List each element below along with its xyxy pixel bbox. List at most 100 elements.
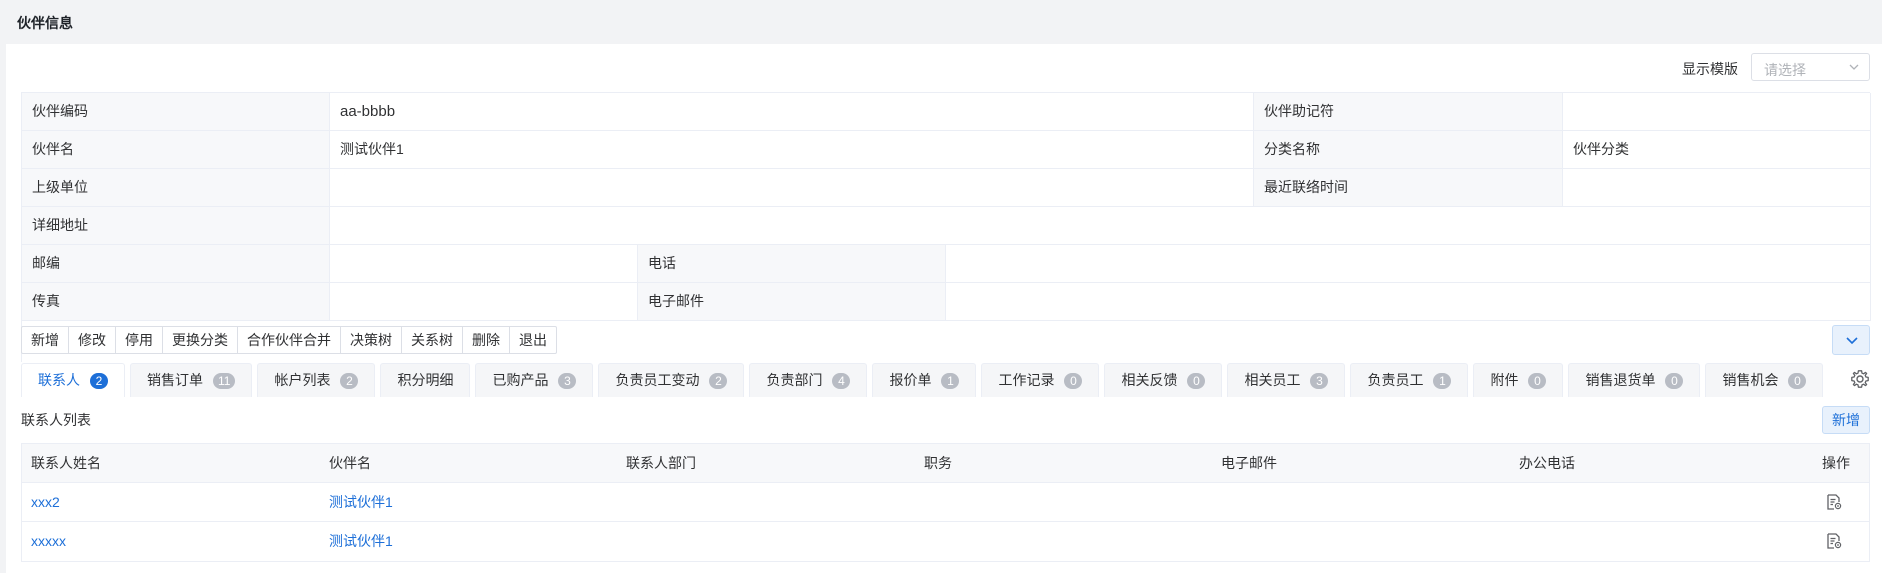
exit-button[interactable]: 退出 (510, 327, 556, 353)
page-header: 伙伴信息 (0, 0, 1882, 44)
parent-unit-label: 上级单位 (22, 169, 330, 207)
partner-code-label: 伙伴编码 (22, 93, 330, 131)
tab-label: 相关员工 (1244, 372, 1301, 388)
partner-name-link[interactable]: 测试伙伴1 (329, 483, 393, 522)
tab-count-badge: 2 (340, 372, 359, 389)
partner-name-link[interactable]: 测试伙伴1 (329, 522, 393, 561)
delete-button[interactable]: 删除 (463, 327, 510, 353)
change-category-button[interactable]: 更换分类 (163, 327, 238, 353)
merge-partner-button[interactable]: 合作伙伴合并 (238, 327, 341, 353)
tab-sales-orders[interactable]: 销售订单 11 (130, 363, 253, 397)
fax-value (330, 283, 638, 321)
template-select[interactable]: 请选择 (1751, 53, 1870, 81)
disable-button[interactable]: 停用 (116, 327, 163, 353)
tab-sales-returns[interactable]: 销售退货单 0 (1568, 363, 1701, 397)
tab-count-badge: 1 (1433, 372, 1452, 389)
tab-label: 负责员工变动 (615, 372, 700, 388)
last-contact-value (1563, 169, 1871, 207)
table-row: xxxxx 测试伙伴1 (22, 522, 1869, 561)
column-header-position: 职务 (924, 455, 952, 471)
tab-label: 积分明细 (397, 372, 454, 388)
tab-count-badge: 2 (90, 372, 108, 389)
tab-count-badge: 0 (1064, 372, 1083, 389)
tab-count-badge: 3 (1310, 372, 1329, 389)
page-title: 伙伴信息 (17, 15, 73, 31)
document-view-icon[interactable] (1825, 493, 1843, 511)
tab-count-badge: 4 (832, 372, 851, 389)
tab-attachments[interactable]: 附件 0 (1473, 363, 1564, 397)
tab-count-badge: 0 (1665, 372, 1684, 389)
zip-label: 邮编 (22, 245, 330, 283)
tab-count-badge: 11 (213, 372, 236, 389)
category-label: 分类名称 (1254, 131, 1563, 169)
contact-name-link[interactable]: xxx2 (31, 483, 60, 522)
tab-label: 附件 (1490, 372, 1519, 388)
detail-panel: 显示模版 请选择 伙伴编码 aa-bbbb 伙伴助记符 伙伴名 测试伙伴1 分类… (6, 44, 1882, 573)
tab-count-badge: 0 (1528, 372, 1547, 389)
document-view-icon[interactable] (1825, 532, 1843, 550)
table-header-row: 联系人姓名 伙伴名 联系人部门 职务 电子邮件 办公电话 操作 (22, 444, 1869, 483)
tab-points[interactable]: 积分明细 (380, 363, 471, 397)
tab-contacts[interactable]: 联系人 2 (21, 363, 125, 397)
partner-code-value: aa-bbbb (330, 93, 1254, 131)
column-header-partner: 伙伴名 (329, 455, 371, 471)
tab-count-badge: 0 (1788, 372, 1807, 389)
category-value: 伙伴分类 (1563, 131, 1871, 169)
column-header-phone: 办公电话 (1519, 455, 1575, 471)
tab-responsible-staff[interactable]: 负责员工 1 (1350, 363, 1469, 397)
contact-name-link[interactable]: xxxxx (31, 522, 66, 561)
chevron-down-icon (1849, 64, 1859, 70)
tab-related-staff[interactable]: 相关员工 3 (1227, 363, 1346, 397)
parent-unit-value (330, 169, 1254, 207)
tab-label: 相关反馈 (1121, 372, 1178, 388)
tab-opportunities[interactable]: 销售机会 0 (1705, 363, 1824, 397)
edit-button[interactable]: 修改 (69, 327, 116, 353)
tab-departments[interactable]: 负责部门 4 (749, 363, 868, 397)
relation-tree-button[interactable]: 关系树 (402, 327, 463, 353)
chevron-down-icon (1846, 337, 1858, 345)
tab-count-badge: 0 (1187, 372, 1206, 389)
add-contact-button[interactable]: 新增 (1822, 406, 1870, 434)
tab-quotes[interactable]: 报价单 1 (872, 363, 977, 397)
tab-purchased-products[interactable]: 已购产品 3 (475, 363, 594, 397)
column-header-email: 电子邮件 (1221, 455, 1277, 471)
tab-label: 联系人 (38, 372, 80, 388)
zip-value (330, 245, 638, 283)
gear-icon[interactable] (1850, 369, 1870, 389)
tab-label: 销售订单 (147, 372, 203, 388)
tab-count-badge: 3 (558, 372, 577, 389)
tab-label: 帐户列表 (274, 372, 331, 388)
tab-work-records[interactable]: 工作记录 0 (981, 363, 1100, 397)
tab-label: 报价单 (889, 372, 932, 388)
table-row: xxx2 测试伙伴1 (22, 483, 1869, 522)
phone-value (946, 245, 1871, 283)
column-header-name: 联系人姓名 (31, 455, 101, 471)
contacts-list-title: 联系人列表 (21, 412, 91, 428)
decision-tree-button[interactable]: 决策树 (341, 327, 402, 353)
tab-label: 负责员工 (1367, 372, 1424, 388)
phone-label: 电话 (638, 245, 946, 283)
address-label: 详细地址 (22, 207, 330, 245)
column-header-dept: 联系人部门 (626, 455, 696, 471)
address-value (330, 207, 1871, 245)
column-header-ops: 操作 (1822, 455, 1850, 471)
tab-staff-changes[interactable]: 负责员工变动 2 (598, 363, 745, 397)
partner-info-table: 伙伴编码 aa-bbbb 伙伴助记符 伙伴名 测试伙伴1 分类名称 伙伴分类 上… (21, 92, 1871, 362)
partner-mnemonic-label: 伙伴助记符 (1254, 93, 1563, 131)
tab-count-badge: 2 (709, 372, 728, 389)
partner-name-label: 伙伴名 (22, 131, 330, 169)
template-select-placeholder: 请选择 (1764, 62, 1806, 78)
email-label: 电子邮件 (638, 283, 946, 321)
related-tabs: 联系人 2 销售订单 11 帐户列表 2 积分明细 已购产品 3 负责员工变动 2 负责部… (21, 363, 1829, 397)
collapse-button[interactable] (1832, 325, 1870, 355)
fax-label: 传真 (22, 283, 330, 321)
email-value (946, 283, 1871, 321)
last-contact-label: 最近联络时间 (1254, 169, 1563, 207)
tab-label: 已购产品 (492, 372, 549, 388)
add-button[interactable]: 新增 (22, 327, 69, 353)
tab-accounts[interactable]: 帐户列表 2 (257, 363, 376, 397)
tab-feedback[interactable]: 相关反馈 0 (1104, 363, 1223, 397)
tab-label: 销售机会 (1722, 372, 1779, 388)
action-toolbar: 新增 修改 停用 更换分类 合作伙伴合并 决策树 关系树 删除 退出 (21, 326, 557, 354)
tab-label: 工作记录 (998, 372, 1055, 388)
